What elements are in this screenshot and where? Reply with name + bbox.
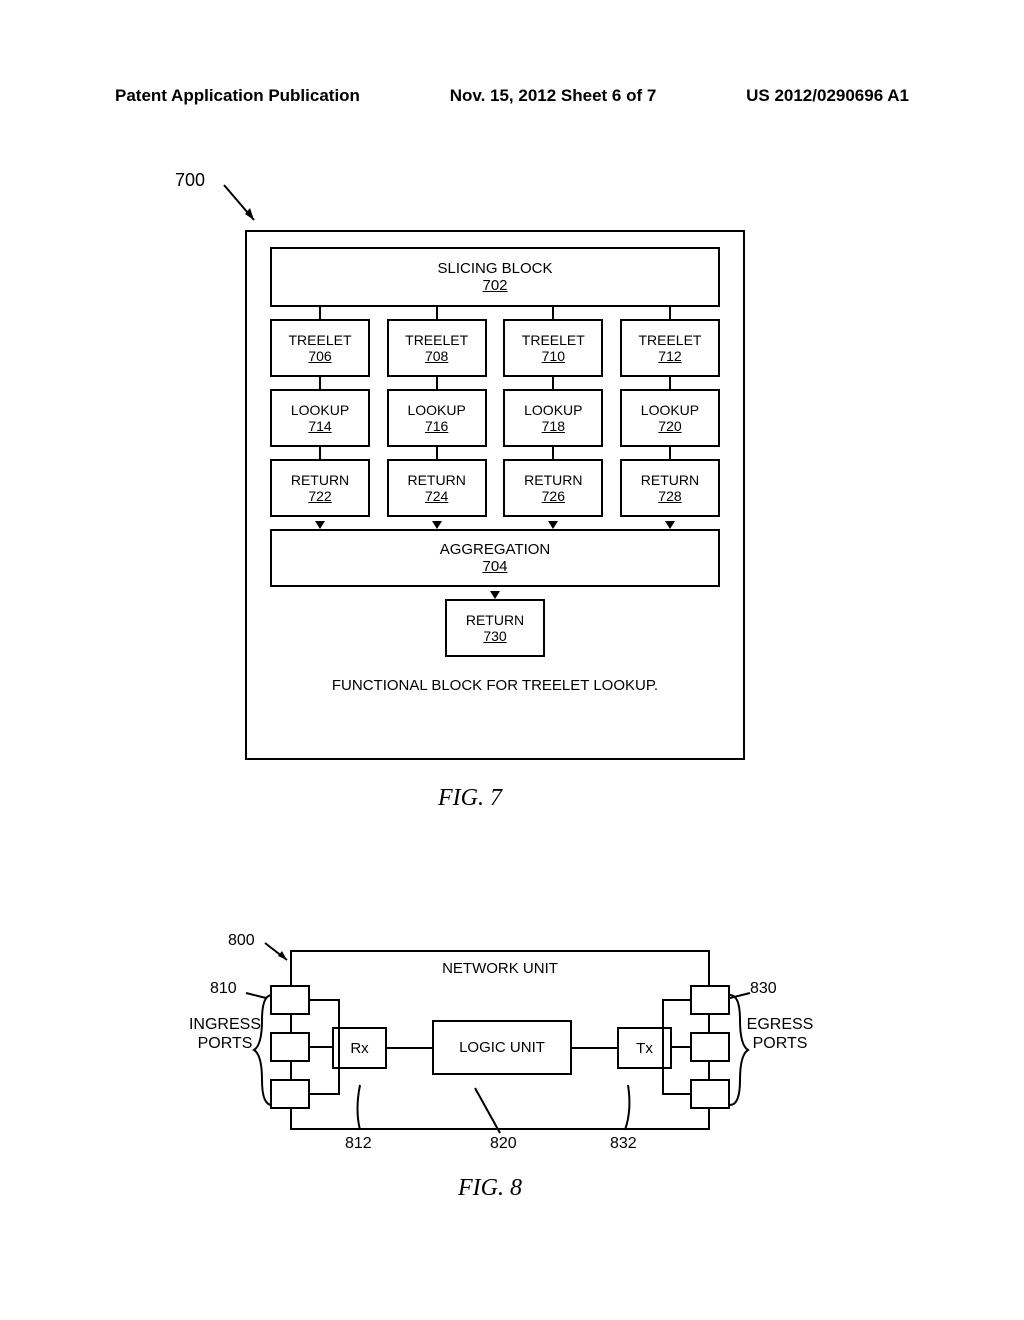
lookup-box: LOOKUP 716 xyxy=(387,389,487,447)
connector-line xyxy=(662,1093,692,1095)
return-row: RETURN 722 RETURN 724 RETURN 726 RETURN … xyxy=(270,459,720,517)
connector-row xyxy=(270,447,720,459)
return-box: RETURN 722 xyxy=(270,459,370,517)
leader-arrow-icon xyxy=(219,180,269,230)
lookup-box: LOOKUP 720 xyxy=(620,389,720,447)
slicing-label: SLICING BLOCK xyxy=(437,260,552,277)
treelet-box: TREELET 706 xyxy=(270,319,370,377)
connector-line xyxy=(662,999,692,1001)
ref-812: 812 xyxy=(345,1135,372,1153)
brace-left-icon xyxy=(252,990,277,1110)
connector-row xyxy=(270,377,720,389)
slicing-num: 702 xyxy=(482,277,507,294)
connector-line xyxy=(387,1047,432,1049)
treelet-box: TREELET 712 xyxy=(620,319,720,377)
treelet-box: TREELET 710 xyxy=(503,319,603,377)
egress-port xyxy=(690,985,730,1015)
lookup-box: LOOKUP 718 xyxy=(503,389,603,447)
page-header: Patent Application Publication Nov. 15, … xyxy=(0,86,1024,106)
ref-810: 810 xyxy=(210,980,237,998)
final-return-box: RETURN 730 xyxy=(445,599,545,657)
ref-832: 832 xyxy=(610,1135,637,1153)
lookup-box: LOOKUP 714 xyxy=(270,389,370,447)
leader-line-icon xyxy=(470,1085,510,1140)
connector-line xyxy=(672,1046,692,1048)
aggregation-block: AGGREGATION 704 xyxy=(270,529,720,587)
header-left: Patent Application Publication xyxy=(115,86,360,106)
egress-port xyxy=(690,1032,730,1062)
rx-box: Rx xyxy=(332,1027,387,1069)
brace-right-icon xyxy=(725,990,750,1110)
connector-line xyxy=(310,1046,332,1048)
header-right: US 2012/0290696 A1 xyxy=(746,86,909,106)
egress-ports-label: EGRESS PORTS xyxy=(740,1015,820,1053)
functional-block-container: SLICING BLOCK 702 TREELET 706 TREELET 70… xyxy=(245,230,745,760)
connector-row xyxy=(270,307,720,319)
fig7-caption: FUNCTIONAL BLOCK FOR TREELET LOOKUP. xyxy=(262,677,728,694)
connector-line xyxy=(338,999,340,1095)
connector-line xyxy=(310,999,340,1001)
return-box: RETURN 726 xyxy=(503,459,603,517)
return-box: RETURN 728 xyxy=(620,459,720,517)
leader-arrow-icon xyxy=(725,988,755,1003)
leader-line-icon xyxy=(620,1080,640,1135)
header-center: Nov. 15, 2012 Sheet 6 of 7 xyxy=(450,86,657,106)
treelet-box: TREELET 708 xyxy=(387,319,487,377)
connector-line xyxy=(662,999,664,1095)
treelet-row: TREELET 706 TREELET 708 TREELET 710 TREE… xyxy=(270,319,720,377)
connector-line xyxy=(310,1093,340,1095)
return-box: RETURN 724 xyxy=(387,459,487,517)
connector-line xyxy=(572,1047,617,1049)
leader-line-icon xyxy=(350,1080,370,1135)
logic-unit-box: LOGIC UNIT xyxy=(432,1020,572,1075)
connector xyxy=(262,587,728,599)
ref-800: 800 xyxy=(228,932,255,950)
slicing-block: SLICING BLOCK 702 xyxy=(270,247,720,307)
connector-arrow-row xyxy=(270,517,720,529)
lookup-row: LOOKUP 714 LOOKUP 716 LOOKUP 718 LOOKUP … xyxy=(270,389,720,447)
egress-port xyxy=(690,1079,730,1109)
network-unit-title: NETWORK UNIT xyxy=(292,960,708,977)
fig8-label: FIG. 8 xyxy=(180,1175,800,1202)
fig7-label: FIG. 7 xyxy=(175,785,765,812)
ref-700: 700 xyxy=(175,170,205,191)
